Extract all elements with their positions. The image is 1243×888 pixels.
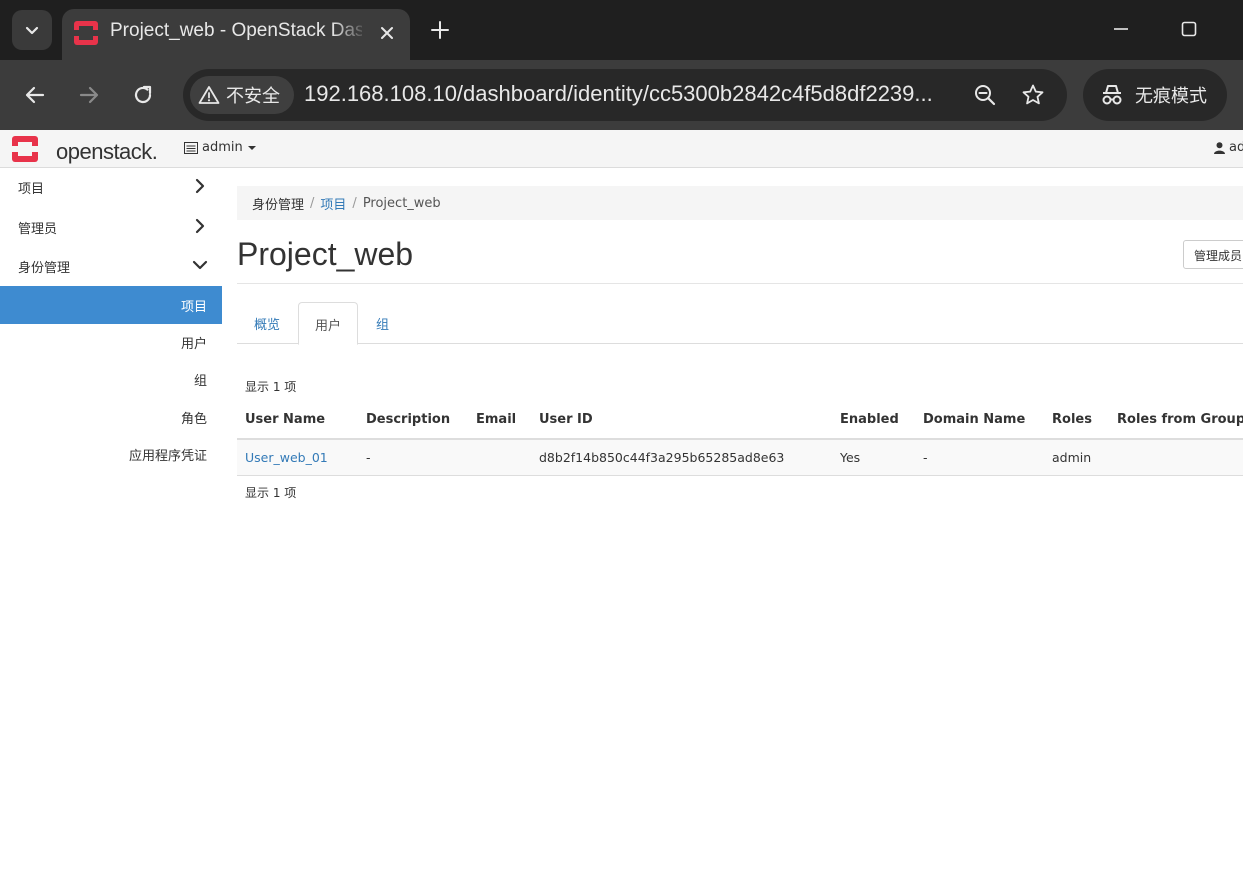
browser-tab-strip: Project_web - OpenStack Dashboard xyxy=(0,0,1243,60)
address-bar[interactable]: 不安全 192.168.108.10/dashboard/identity/cc… xyxy=(183,69,1067,121)
tab-search-button[interactable] xyxy=(12,10,52,50)
url-text[interactable]: 192.168.108.10/dashboard/identity/cc5300… xyxy=(304,81,964,107)
sidebar-section-label: 管理员 xyxy=(18,222,58,237)
reload-button[interactable] xyxy=(128,80,158,110)
sidebar-section-label: 项目 xyxy=(18,182,45,197)
column-header[interactable]: Email xyxy=(476,412,516,427)
column-header[interactable]: User ID xyxy=(539,412,593,427)
project-selector-label: admin xyxy=(202,140,243,155)
description-cell: - xyxy=(366,450,371,465)
new-tab-button[interactable] xyxy=(426,16,454,44)
item-count-bottom: 显示 1 项 xyxy=(245,486,297,500)
tab-groups[interactable]: 组 xyxy=(360,302,405,344)
arrow-left-icon xyxy=(25,86,45,104)
breadcrumb-root: 身份管理 xyxy=(252,197,305,213)
zoom-button[interactable] xyxy=(971,81,999,109)
caret-down-icon xyxy=(247,145,256,150)
sidebar-item-roles[interactable]: 角色 xyxy=(0,399,222,435)
table-row: User_web_01 - d8b2f14b850c44f3a295b65285… xyxy=(237,440,1243,476)
close-icon xyxy=(381,27,393,39)
project-selector[interactable]: admin xyxy=(184,140,257,155)
arrow-right-icon xyxy=(79,86,99,104)
detail-tabs: 概览 用户 组 xyxy=(237,302,1243,345)
chevron-right-icon xyxy=(195,178,205,194)
breadcrumb-separator: / xyxy=(352,195,357,211)
enabled-cell: Yes xyxy=(840,450,861,465)
item-count-top: 显示 1 项 xyxy=(245,380,297,394)
tab-overview[interactable]: 概览 xyxy=(238,302,296,344)
star-icon xyxy=(1022,84,1044,105)
tab-users[interactable]: 用户 xyxy=(298,302,359,345)
openstack-favicon-icon xyxy=(74,21,98,45)
manage-members-button[interactable]: 管理成员 xyxy=(1183,240,1243,269)
sidebar-item-label: 项目 xyxy=(180,300,207,315)
plus-icon xyxy=(431,21,449,39)
window-minimize-button[interactable] xyxy=(1108,16,1134,42)
app-navbar: openstack. admin ad xyxy=(0,130,1243,168)
back-button[interactable] xyxy=(20,80,50,110)
tab-title-fade xyxy=(332,17,368,47)
page-title: Project_web xyxy=(237,236,414,272)
breadcrumb-separator: / xyxy=(310,195,315,211)
column-header[interactable]: Roles xyxy=(1052,412,1092,427)
sidebar-item-label: 用户 xyxy=(180,337,207,352)
security-indicator[interactable]: 不安全 xyxy=(190,76,294,114)
breadcrumb-current: Project_web xyxy=(362,195,441,211)
sidebar-item-label: 组 xyxy=(193,374,207,389)
sidebar-section-identity[interactable]: 身份管理 xyxy=(0,247,222,285)
browser-tab-title: Project_web - OpenStack Dashboard xyxy=(110,20,362,41)
sidebar-item-app-credentials[interactable]: 应用程序凭证 xyxy=(0,436,222,472)
user-menu[interactable]: ad xyxy=(1214,140,1243,155)
forward-button[interactable] xyxy=(74,80,104,110)
sidebar-item-label: 角色 xyxy=(180,412,207,427)
window-maximize-button[interactable] xyxy=(1176,16,1202,42)
incognito-indicator[interactable]: 无痕模式 xyxy=(1083,69,1227,121)
openstack-logo[interactable]: openstack. xyxy=(12,136,162,164)
breadcrumb: 身份管理 / 项目 / Project_web xyxy=(237,186,1243,220)
logo-text: openstack. xyxy=(56,139,158,164)
incognito-label: 无痕模式 xyxy=(1135,86,1207,107)
tab-close-button[interactable] xyxy=(374,20,400,46)
list-icon xyxy=(184,141,198,154)
user-name-link[interactable]: User_web_01 xyxy=(245,450,328,465)
user-id-cell: d8b2f14b850c44f3a295b65285ad8e63 xyxy=(539,450,785,465)
header-divider xyxy=(237,283,1243,284)
user-menu-label: ad xyxy=(1229,140,1243,155)
table-header: User Name Description Email User ID Enab… xyxy=(237,402,1243,440)
openstack-logo-icon xyxy=(12,136,38,162)
reload-icon xyxy=(134,85,152,104)
user-icon xyxy=(1214,141,1225,154)
warning-icon xyxy=(198,86,220,104)
breadcrumb-link-projects[interactable]: 项目 xyxy=(320,194,346,213)
sidebar-section-admin[interactable]: 管理员 xyxy=(0,208,222,246)
chevron-down-icon xyxy=(25,26,39,35)
sidebar-section-project[interactable]: 项目 xyxy=(0,168,222,206)
domain-name-cell: - xyxy=(923,450,928,465)
zoom-out-icon xyxy=(975,85,996,106)
browser-tab-active[interactable]: Project_web - OpenStack Dashboard xyxy=(62,9,410,60)
sidebar-section-label: 身份管理 xyxy=(18,261,71,276)
sidebar-item-groups[interactable]: 组 xyxy=(0,361,222,397)
chevron-right-icon xyxy=(195,218,205,234)
column-header[interactable]: Description xyxy=(366,412,450,427)
bookmark-button[interactable] xyxy=(1019,81,1047,109)
security-label: 不安全 xyxy=(226,86,280,107)
browser-toolbar: 不安全 192.168.108.10/dashboard/identity/cc… xyxy=(0,60,1243,130)
chevron-down-icon xyxy=(192,260,208,270)
maximize-icon xyxy=(1181,21,1197,37)
column-header[interactable]: Roles from Groups xyxy=(1117,412,1243,427)
sidebar-item-label: 应用程序凭证 xyxy=(128,449,207,464)
column-header[interactable]: Enabled xyxy=(840,412,899,427)
sidebar-item-users[interactable]: 用户 xyxy=(0,324,222,360)
incognito-icon xyxy=(1102,85,1122,105)
roles-cell: admin xyxy=(1052,450,1092,465)
sidebar-item-projects[interactable]: 项目 xyxy=(0,286,222,324)
sidebar: 项目 管理员 身份管理 项目 用户 组 角色 应用程序凭证 xyxy=(0,168,222,888)
minimize-icon xyxy=(1114,28,1128,30)
column-header[interactable]: User Name xyxy=(245,412,325,427)
column-header[interactable]: Domain Name xyxy=(923,412,1025,427)
